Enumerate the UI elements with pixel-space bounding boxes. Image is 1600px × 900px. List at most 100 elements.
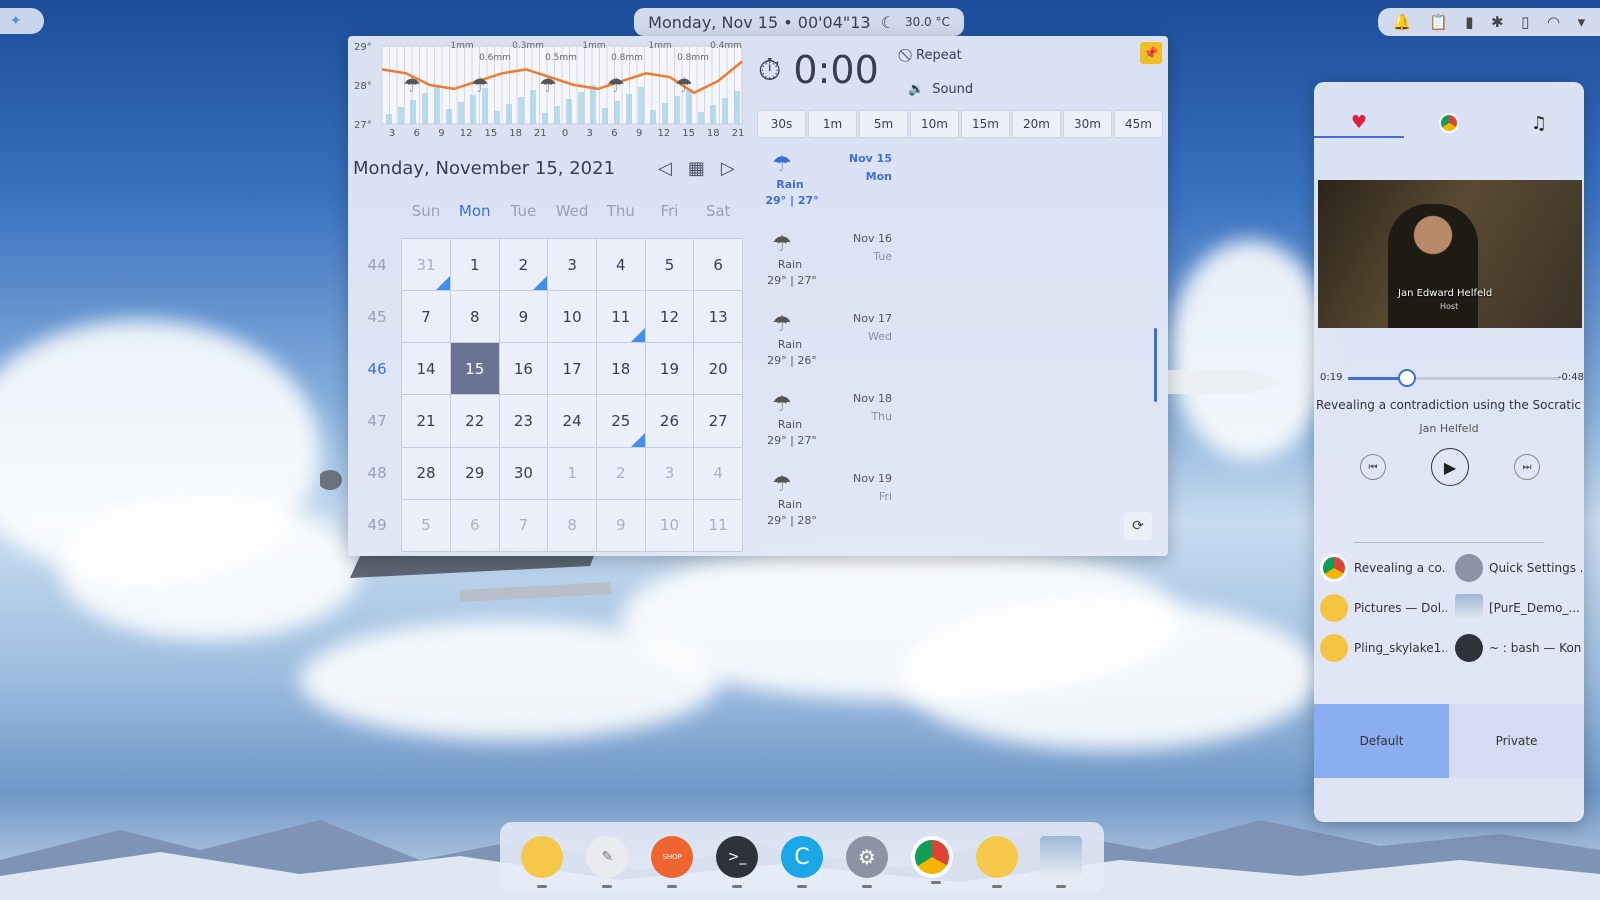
day-cell[interactable]: 18 [595, 342, 646, 396]
image-viewer-app-icon[interactable] [1040, 836, 1083, 888]
day-cell[interactable]: 10 [547, 290, 597, 344]
day-cell[interactable]: 9 [498, 290, 549, 344]
wifi-icon[interactable]: ◠ [1547, 13, 1560, 31]
day-cell[interactable]: 5 [644, 237, 695, 292]
day-cell[interactable]: 14 [401, 342, 451, 396]
day-cell[interactable]: 7 [498, 498, 549, 553]
day-cell[interactable]: 30 [498, 446, 549, 500]
next-month-icon[interactable]: ▷ [721, 158, 735, 179]
terminal-app-icon[interactable]: >_ [716, 836, 759, 888]
day-cell[interactable]: 5 [401, 498, 451, 553]
tab-browser[interactable] [1404, 108, 1494, 138]
day-cell[interactable]: 19 [644, 342, 695, 396]
day-cell[interactable]: 17 [547, 342, 597, 396]
day-cell[interactable]: 2 [498, 237, 549, 292]
day-cell[interactable]: 20 [693, 342, 743, 396]
day-cell[interactable]: 11 [693, 498, 743, 553]
activity-private-button[interactable]: Private [1449, 704, 1584, 778]
chevron-down-icon[interactable]: ▾ [1578, 13, 1586, 31]
forecast-item[interactable]: ☂ Rain 29° | 27° Nov 15 Mon [758, 150, 908, 230]
seek-track[interactable] [1348, 369, 1560, 387]
day-cell[interactable]: 8 [547, 498, 597, 553]
window-item[interactable]: Quick Settings ... [1455, 554, 1582, 582]
preset-button[interactable]: 15m [961, 110, 1010, 138]
top-clock-bar[interactable]: Monday, Nov 15 • 00'04"13 ☾ 30.0 °C [634, 8, 964, 36]
day-cell[interactable]: 9 [595, 498, 646, 553]
files-app-icon[interactable] [975, 836, 1018, 888]
forecast-item[interactable]: ☂ Rain 29° | 27° Nov 18 Thu [758, 390, 908, 470]
day-cell[interactable]: 23 [498, 394, 549, 448]
repeat-toggle[interactable]: ⃠ Repeat [908, 48, 962, 63]
preset-button[interactable]: 45m [1114, 110, 1163, 138]
preset-button[interactable]: 1m [808, 110, 857, 138]
preset-button[interactable]: 10m [910, 110, 959, 138]
day-cell[interactable]: 26 [644, 394, 695, 448]
activity-default-button[interactable]: Default [1314, 704, 1449, 778]
day-cell[interactable]: 12 [644, 290, 695, 344]
day-cell[interactable]: 28 [401, 446, 451, 500]
day-cell[interactable]: 6 [693, 237, 743, 292]
shop-app-icon[interactable]: SHOP [651, 836, 694, 888]
day-cell[interactable]: 13 [693, 290, 743, 344]
window-item[interactable]: ~ : bash — Kon... [1455, 634, 1582, 662]
seek-handle[interactable] [1398, 369, 1417, 387]
notes-app-icon[interactable] [521, 836, 564, 888]
next-track-button[interactable]: ⏭ [1514, 454, 1540, 480]
window-item[interactable]: Revealing a co... [1320, 554, 1447, 582]
day-cell[interactable]: 7 [401, 290, 451, 344]
refresh-button[interactable]: ⟳ [1124, 512, 1152, 540]
calendar-today-icon[interactable]: ▦ [688, 158, 705, 179]
day-cell[interactable]: 4 [693, 446, 743, 500]
day-cell[interactable]: 4 [595, 237, 646, 292]
previous-month-icon[interactable]: ◁ [658, 158, 672, 179]
day-cell[interactable]: 3 [644, 446, 695, 500]
play-button[interactable]: ▶ [1431, 448, 1469, 486]
day-cell[interactable]: 11 [595, 290, 646, 344]
day-cell[interactable]: 31 [401, 237, 451, 292]
seek-bar[interactable]: 0:19 -0:48 [1320, 369, 1584, 387]
day-cell[interactable]: 21 [401, 394, 451, 448]
day-cell[interactable]: 2 [595, 446, 646, 500]
bluetooth-icon[interactable]: ✱ [1491, 13, 1504, 31]
window-item[interactable]: Pling_skylake1... [1320, 634, 1447, 662]
clipboard-icon[interactable]: 📋 [1429, 13, 1448, 31]
device-icon[interactable]: ▯ [1521, 13, 1529, 31]
day-cell-selected[interactable]: 15 [449, 342, 500, 396]
chrome-app-icon[interactable] [910, 836, 953, 884]
preset-button[interactable]: 20m [1012, 110, 1061, 138]
video-thumbnail[interactable]: Jan Edward Helfeld Host [1318, 180, 1582, 328]
preset-button[interactable]: 30s [757, 110, 806, 138]
text-editor-app-icon[interactable]: ✎ [586, 836, 629, 888]
timer[interactable]: ⏱ 0:00 [758, 48, 879, 92]
day-cell[interactable]: 22 [449, 394, 500, 448]
settings-app-icon[interactable]: ⚙ [845, 836, 888, 888]
previous-track-button[interactable]: ⏮ [1360, 454, 1386, 480]
tab-music[interactable]: ♫ [1494, 108, 1584, 138]
forecast-item[interactable]: ☂ Rain 29° | 27° Nov 16 Tue [758, 230, 908, 310]
day-cell[interactable]: 25 [595, 394, 646, 448]
day-cell[interactable]: 8 [449, 290, 500, 344]
pin-button[interactable]: 📌 [1140, 42, 1162, 64]
sound-toggle[interactable]: 🔉 Sound [908, 82, 973, 97]
day-cell[interactable]: 3 [547, 237, 597, 292]
day-cell[interactable]: 6 [449, 498, 500, 553]
day-cell[interactable]: 27 [693, 394, 743, 448]
tab-favorites[interactable]: ♥ [1314, 108, 1404, 138]
day-cell[interactable]: 24 [547, 394, 597, 448]
day-cell[interactable]: 29 [449, 446, 500, 500]
day-cell[interactable]: 1 [449, 237, 500, 292]
preset-button[interactable]: 30m [1063, 110, 1112, 138]
window-item[interactable]: [PurE_Demo_... [1455, 594, 1582, 622]
forecast-item[interactable]: ☂ Rain 29° | 28° Nov 19 Fri [758, 470, 908, 550]
forecast-item[interactable]: ☂ Rain 29° | 26° Nov 17 Wed [758, 310, 908, 390]
day-cell[interactable]: 1 [547, 446, 597, 500]
day-cell[interactable]: 16 [498, 342, 549, 396]
notifications-icon[interactable]: 🔔 [1393, 13, 1412, 31]
forecast-scrollbar[interactable] [1154, 328, 1157, 402]
browser-c-app-icon[interactable]: C [780, 836, 823, 888]
preset-button[interactable]: 5m [859, 110, 908, 138]
battery-icon[interactable]: ▮ [1465, 13, 1473, 31]
launcher-button[interactable]: ✦ [0, 8, 44, 34]
window-item[interactable]: Pictures — Dol... [1320, 594, 1447, 622]
day-cell[interactable]: 10 [644, 498, 695, 553]
